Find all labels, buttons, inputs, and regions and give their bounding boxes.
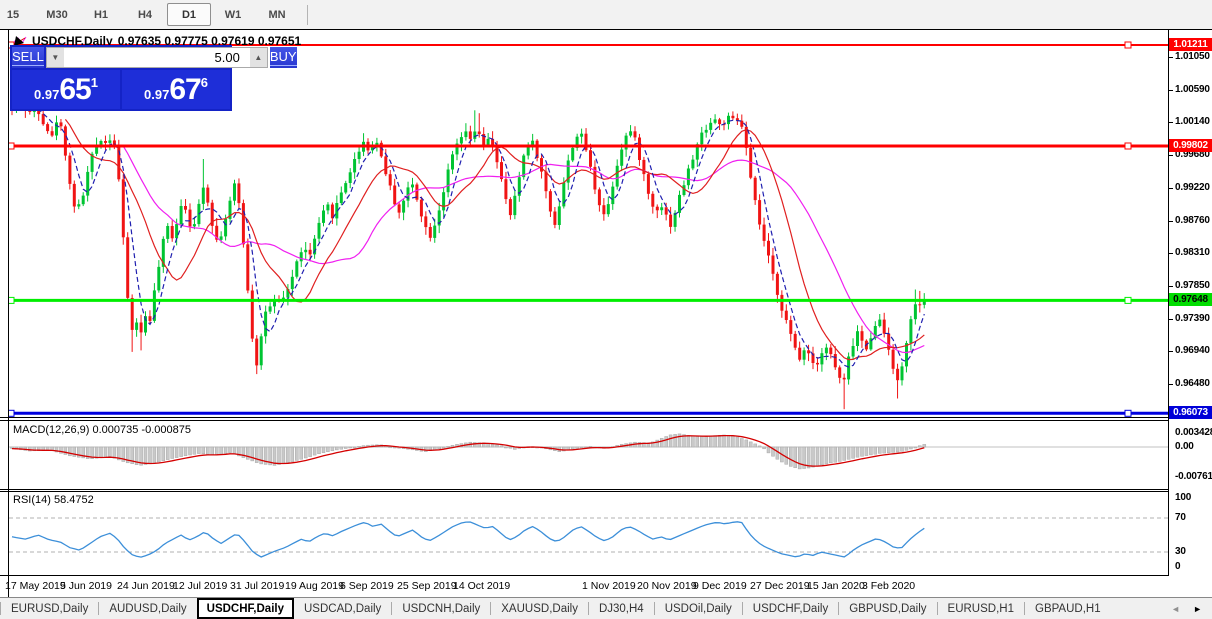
axis-tick-mark: [1169, 285, 1173, 287]
timeframe-button-mn[interactable]: MN: [255, 3, 299, 26]
buy-button-label: BUY: [269, 49, 297, 66]
timeframe-button-m30[interactable]: M30: [35, 3, 79, 26]
buy-price-prefix: 0.97: [144, 87, 170, 102]
date-tick-label: 20 Nov 2019: [637, 580, 697, 592]
price-level-badge: 0.97648: [1169, 293, 1212, 307]
tab-scroll-left-icon[interactable]: ◄: [1171, 604, 1180, 614]
axis-tick-mark: [1169, 56, 1173, 58]
axis-tick-mark: [1169, 154, 1173, 156]
tab-dj30-h4[interactable]: DJ30,H4: [589, 598, 654, 619]
sell-price-prefix: 0.97: [34, 87, 60, 102]
window-border: [8, 30, 9, 597]
volume-input[interactable]: [63, 48, 250, 67]
timeframe-button-w1[interactable]: W1: [211, 3, 255, 26]
volume-stepper: ▼ ▲: [45, 47, 268, 68]
axis-tick-mark: [1169, 351, 1173, 353]
date-tick-label: 17 May 2019: [5, 580, 66, 592]
price-tick-label: 1.00140: [1175, 115, 1210, 127]
date-tick-label: 5 Jun 2019: [60, 580, 112, 592]
axis-tick-mark: [1169, 121, 1173, 123]
axis-border: [1168, 30, 1169, 576]
date-tick-label: 9 Dec 2019: [693, 580, 747, 592]
chart-window: USDCHF,Daily 0.97635 0.97775 0.97619 0.9…: [0, 29, 1212, 598]
mt4-terminal: 15 M30 H1 H4 D1 W1 MN USDCHF,Daily 0.97635 0.9…: [0, 0, 1212, 619]
date-tick-label: 6 Sep 2019: [340, 580, 394, 592]
volume-decrease-button[interactable]: ▼: [46, 48, 64, 67]
date-tick-label: 15 Jan 2020: [807, 580, 865, 592]
tab-gbpusd-daily[interactable]: GBPUSD,Daily: [839, 598, 936, 619]
axis-tick-mark: [1169, 384, 1173, 386]
price-tick-label: 0.97850: [1175, 279, 1210, 291]
axis-tick-mark: [1169, 89, 1173, 91]
tab-scroll-nav: ◄ ►: [1163, 598, 1212, 619]
price-axis[interactable]: 1.01050 1.00590 1.00140 0.99680 0.99220 0.987…: [1169, 30, 1212, 598]
date-tick-label: 12 Jul 2019: [173, 580, 228, 592]
sell-price-pip: 1: [90, 75, 98, 90]
price-level-badge: 0.99802: [1169, 139, 1212, 152]
price-tick-label: 0.97390: [1175, 312, 1210, 324]
timeframe-button-h4[interactable]: H4: [123, 3, 167, 26]
rsi-tick-label: 30: [1175, 546, 1186, 557]
axis-tick-mark: [1169, 187, 1173, 189]
tab-eurusd-daily[interactable]: EURUSD,Daily: [1, 598, 98, 619]
buy-price-box[interactable]: 0.97 67 6: [122, 70, 230, 109]
rsi-tick-label: 70: [1175, 512, 1186, 523]
tab-eurusd-h1[interactable]: EURUSD,H1: [938, 598, 1024, 619]
buy-price-pip: 6: [200, 75, 208, 90]
tab-usdchf-daily[interactable]: USDCHF,Daily: [743, 598, 838, 619]
date-tick-label: 1 Nov 2019: [582, 580, 636, 592]
macd-indicator-label: MACD(12,26,9) 0.000735 -0.000875: [13, 424, 191, 436]
timeframe-button-h1[interactable]: H1: [79, 3, 123, 26]
tab-gbpaud-h1[interactable]: GBPAUD,H1: [1025, 598, 1111, 619]
axis-tick-mark: [1169, 220, 1173, 222]
date-axis[interactable]: 17 May 2019 5 Jun 2019 24 Jun 2019 12 Jul 2…: [0, 576, 1169, 598]
price-level-badge: 0.96073: [1169, 406, 1212, 420]
date-tick-label: 24 Jun 2019: [117, 580, 175, 592]
buy-price-big: 67: [169, 72, 201, 106]
timeframe-toolbar: 15 M30 H1 H4 D1 W1 MN: [0, 0, 1212, 29]
date-tick-label: 3 Feb 2020: [862, 580, 916, 592]
tab-xauusd-daily[interactable]: XAUUSD,Daily: [491, 598, 588, 619]
volume-increase-button[interactable]: ▲: [249, 48, 267, 67]
rsi-tick-label: 0: [1175, 561, 1181, 572]
sell-price-big: 65: [59, 72, 91, 106]
rsi-tick-label: 100: [1175, 492, 1192, 503]
date-tick-label: 31 Jul 2019: [230, 580, 285, 592]
timeframe-button-15[interactable]: 15: [0, 3, 35, 26]
date-tick-label: 14 Oct 2019: [453, 580, 511, 592]
price-tick-label: 0.96480: [1175, 378, 1210, 390]
date-tick-label: 19 Aug 2019: [285, 580, 344, 592]
tab-usdoil-daily[interactable]: USDOil,Daily: [655, 598, 742, 619]
date-tick-label: 27 Dec 2019: [750, 580, 810, 592]
macd-tick-label: 0.003428: [1175, 427, 1212, 439]
tab-audusd-daily[interactable]: AUDUSD,Daily: [99, 598, 196, 619]
price-tick-label: 0.98760: [1175, 214, 1210, 226]
tab-scroll-right-icon[interactable]: ►: [1193, 604, 1202, 614]
price-level-badge: 1.01211: [1169, 37, 1212, 51]
price-tick-label: 1.00590: [1175, 83, 1210, 95]
tab-usdcad-daily[interactable]: USDCAD,Daily: [294, 598, 391, 619]
macd-tick-label: -0.007615: [1175, 471, 1212, 483]
axis-tick-mark: [1169, 252, 1173, 254]
tab-usdcnh-daily[interactable]: USDCNH,Daily: [392, 598, 490, 619]
axis-tick-mark: [1169, 318, 1173, 320]
price-tick-label: 0.99220: [1175, 181, 1210, 193]
buy-button[interactable]: BUY: [269, 47, 297, 68]
chart-tabbar: EURUSD,Daily AUDUSD,Daily USDCHF,Daily USDC…: [0, 597, 1212, 619]
sell-price-box[interactable]: 0.97 65 1: [12, 70, 120, 109]
price-tick-label: 0.98310: [1175, 246, 1210, 258]
rsi-pane[interactable]: [9, 492, 1168, 575]
sell-button-label: SELL: [12, 49, 44, 66]
price-tick-label: 1.01050: [1175, 50, 1210, 62]
sell-button[interactable]: SELL: [12, 47, 44, 68]
tab-usdchf-daily[interactable]: USDCHF,Daily: [196, 598, 294, 619]
timeframe-button-d1[interactable]: D1: [167, 3, 211, 26]
toolbar-separator: [307, 4, 308, 25]
rsi-indicator-label: RSI(14) 58.4752: [13, 494, 94, 506]
price-tick-label: 0.96940: [1175, 345, 1210, 357]
one-click-trading-panel: SELL ▼ ▲ BUY 0.97 65 1 0.97: [10, 45, 297, 111]
date-tick-label: 25 Sep 2019: [397, 580, 457, 592]
macd-tick-label: 0.00: [1175, 441, 1194, 452]
